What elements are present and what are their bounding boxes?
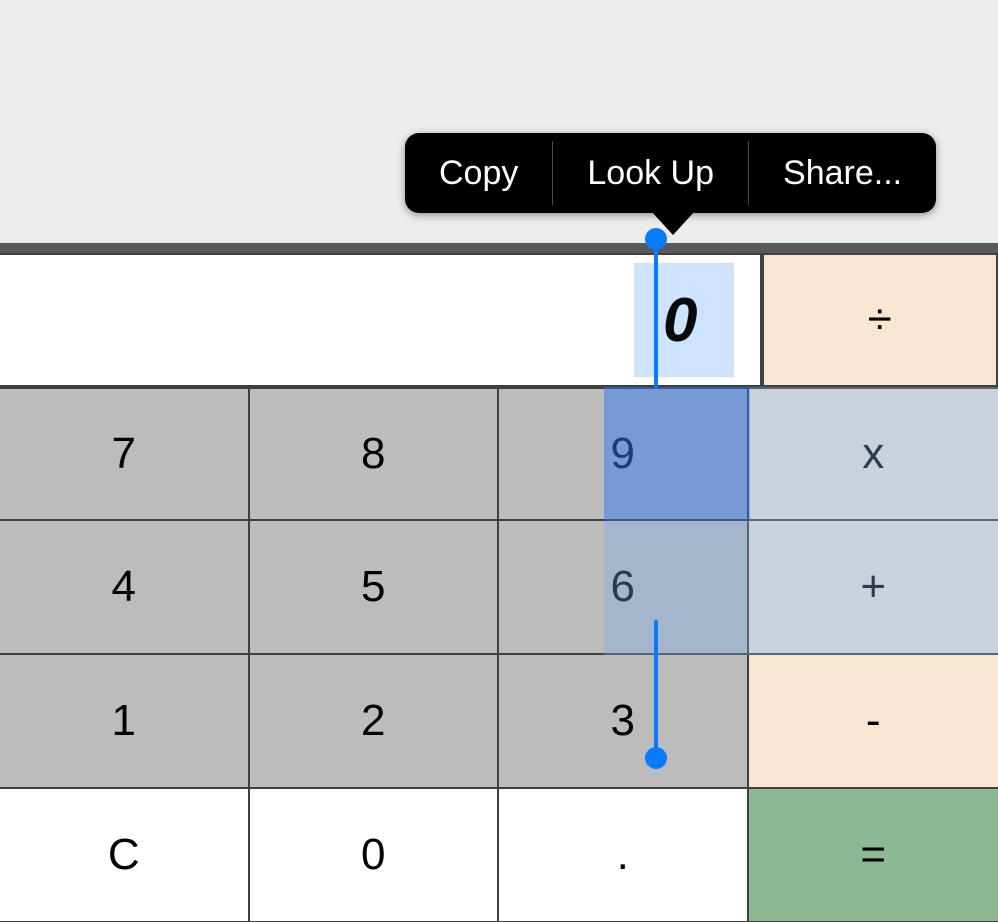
key-2[interactable]: 2 (250, 655, 500, 789)
calculator-display[interactable]: 0 (0, 253, 762, 387)
key-5[interactable]: 5 (250, 521, 500, 655)
key-9[interactable]: 9 (499, 387, 749, 521)
key-0[interactable]: 0 (250, 789, 500, 922)
calculator: 0 ÷ 7 8 9 x 4 5 6 + 1 2 3 - C 0 . = (0, 253, 998, 922)
key-7[interactable]: 7 (0, 387, 250, 521)
key-3[interactable]: 3 (499, 655, 749, 789)
multiply-button[interactable]: x (749, 387, 998, 521)
decimal-button[interactable]: . (499, 789, 749, 922)
separator-bar (0, 243, 998, 253)
keypad: 7 8 9 x 4 5 6 + 1 2 3 - C 0 . = (0, 387, 998, 922)
add-button[interactable]: + (749, 521, 998, 655)
key-8[interactable]: 8 (250, 387, 500, 521)
clear-button[interactable]: C (0, 789, 250, 922)
popover-arrow-icon (651, 211, 695, 235)
text-context-menu: Copy Look Up Share... (405, 133, 936, 213)
display-row: 0 ÷ (0, 253, 998, 387)
display-value: 0 (663, 285, 697, 356)
context-menu-copy[interactable]: Copy (405, 133, 552, 213)
key-4[interactable]: 4 (0, 521, 250, 655)
equals-button[interactable]: = (749, 789, 998, 922)
divide-button[interactable]: ÷ (762, 253, 998, 387)
subtract-button[interactable]: - (749, 655, 998, 789)
key-1[interactable]: 1 (0, 655, 250, 789)
context-menu-share[interactable]: Share... (749, 133, 936, 213)
key-6[interactable]: 6 (499, 521, 749, 655)
context-menu-lookup[interactable]: Look Up (553, 133, 748, 213)
